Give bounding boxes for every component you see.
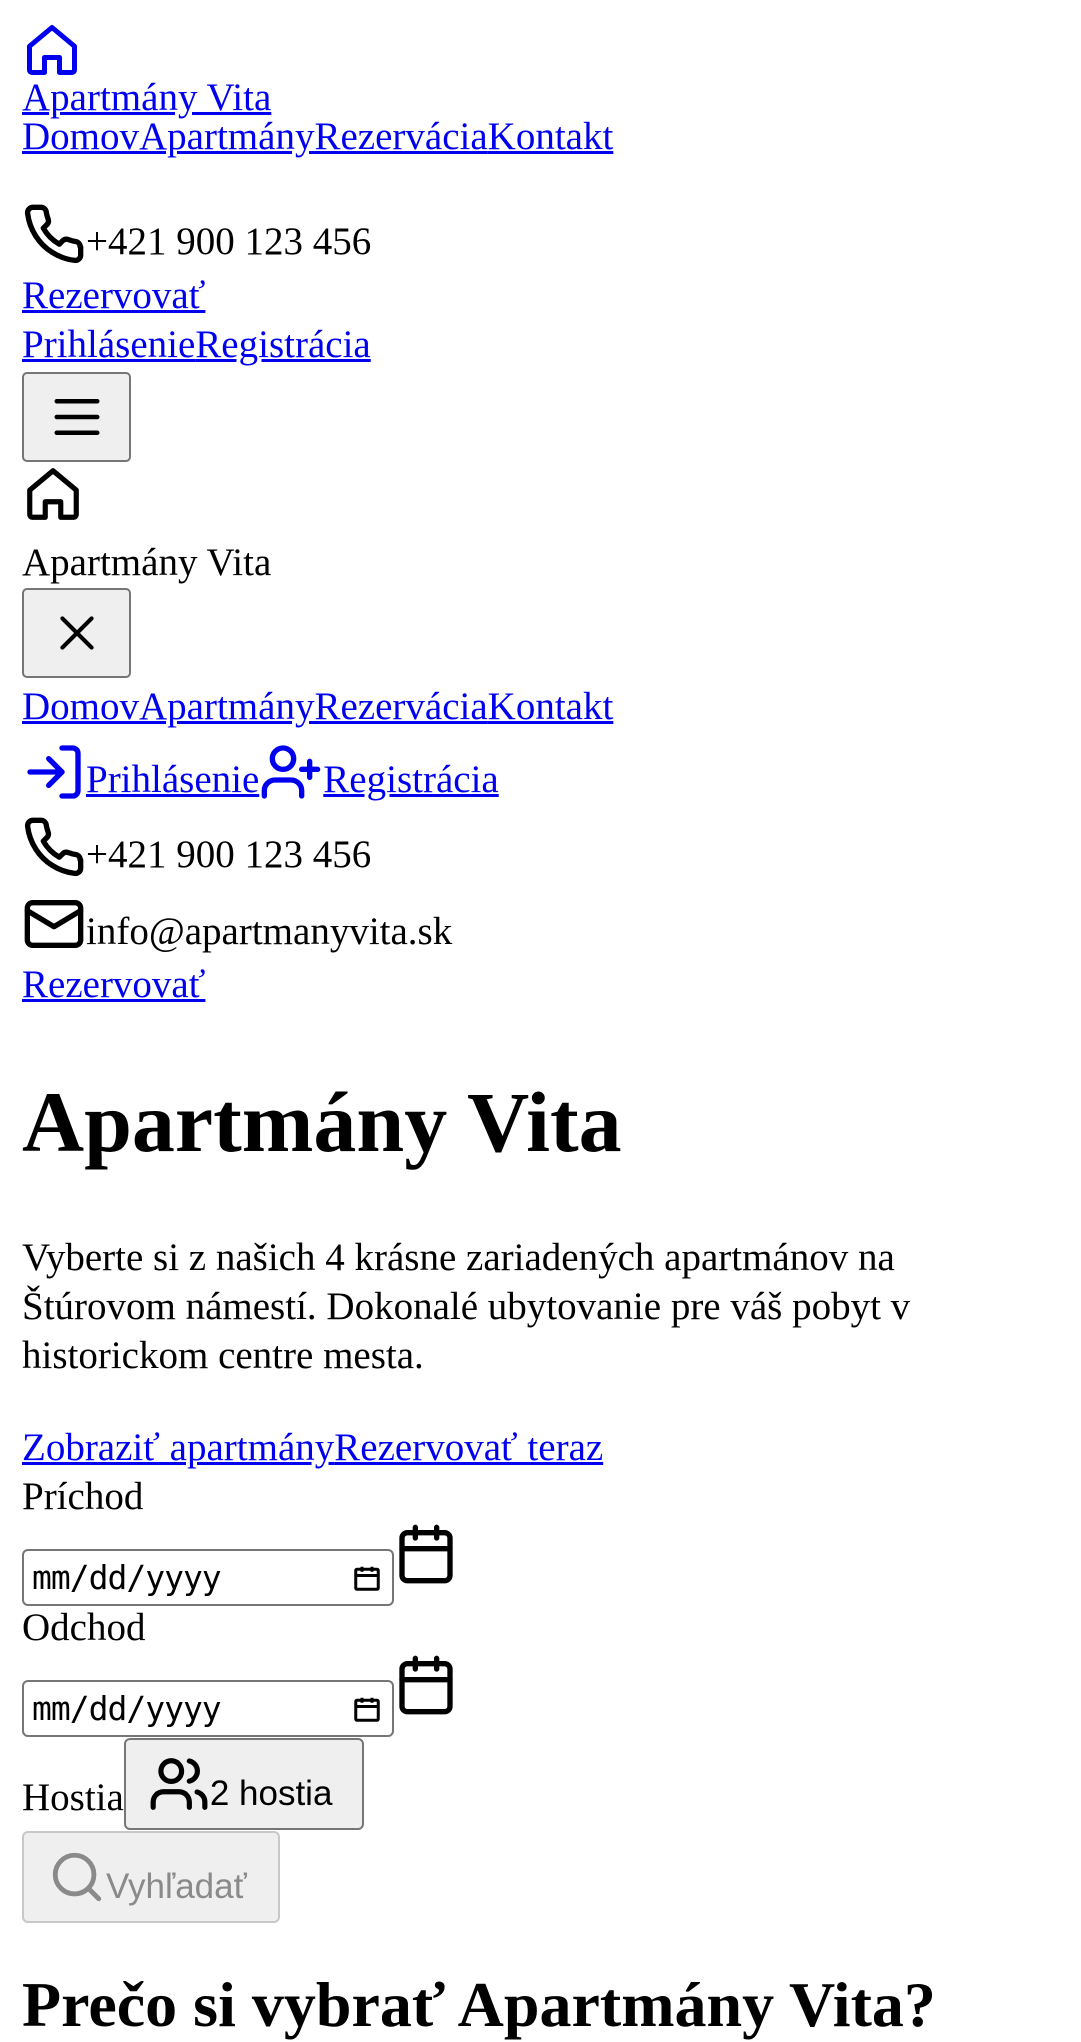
phone-icon: [22, 815, 86, 879]
nav-link-reservation[interactable]: Rezervácia: [314, 112, 487, 161]
mobile-register-link[interactable]: Registrácia: [259, 740, 499, 804]
hero-actions: Zobraziť apartmány Rezervovať teraz: [22, 1423, 603, 1472]
mobile-nav: Domov Apartmány Rezervácia Kontakt: [22, 682, 613, 731]
phone-icon: [22, 202, 86, 266]
section-title: Prečo si vybrať Apartmány Vita?: [22, 1969, 936, 2040]
hero-description: Vyberte si z našich 4 krásne zariadených…: [22, 1236, 911, 1377]
user-plus-icon: [259, 740, 323, 804]
mobile-auth-links: Prihlásenie Registrácia: [22, 734, 499, 804]
mobile-nav-link-home[interactable]: Domov: [22, 682, 139, 731]
mobile-login-link[interactable]: Prihlásenie: [22, 740, 259, 804]
login-link[interactable]: Prihlásenie: [22, 320, 195, 369]
users-icon: [148, 1753, 210, 1815]
header-nav: Domov Apartmány Rezervácia Kontakt: [22, 112, 613, 161]
auth-links: Prihlásenie Registrácia: [22, 320, 371, 369]
mobile-email: info@apartmanyvita.sk: [22, 886, 452, 956]
checkout-input[interactable]: mm/dd/yyyy: [22, 1680, 394, 1737]
mail-icon: [22, 892, 86, 956]
guests-label: Hostia: [22, 1776, 124, 1819]
header-phone: +421 900 123 456: [22, 196, 371, 266]
mobile-book-link[interactable]: Rezervovať: [22, 960, 205, 1009]
search-label: Vyhľadať: [106, 1866, 247, 1906]
nav-link-home[interactable]: Domov: [22, 112, 139, 161]
guests-row: Hostia 2 hostia: [22, 1738, 364, 1830]
view-apartments-link[interactable]: Zobraziť apartmány: [22, 1423, 334, 1472]
checkin-value: mm/dd/yyyy: [32, 1558, 222, 1597]
mobile-nav-link-apartments[interactable]: Apartmány: [139, 682, 314, 731]
date-picker-icon[interactable]: [352, 1694, 382, 1724]
calendar-icon: [394, 1653, 458, 1717]
login-icon: [22, 740, 86, 804]
mobile-register-label: Registrácia: [323, 758, 499, 801]
nav-link-contact[interactable]: Kontakt: [488, 112, 614, 161]
checkout-value: mm/dd/yyyy: [32, 1689, 222, 1728]
hero-title: Apartmány Vita: [22, 1074, 622, 1170]
mobile-nav-link-reservation[interactable]: Rezervácia: [314, 682, 487, 731]
close-icon: [52, 608, 102, 658]
mobile-email-address: info@apartmanyvita.sk: [86, 910, 453, 953]
guests-selector-button[interactable]: 2 hostia: [123, 1738, 364, 1830]
phone-number: +421 900 123 456: [86, 220, 372, 263]
register-link[interactable]: Registrácia: [195, 320, 370, 369]
mobile-nav-link-contact[interactable]: Kontakt: [488, 682, 614, 731]
calendar-icon: [394, 1522, 458, 1586]
checkin-label: Príchod: [22, 1475, 144, 1518]
menu-icon: [50, 390, 104, 444]
nav-link-apartments[interactable]: Apartmány: [139, 112, 314, 161]
checkin-input[interactable]: mm/dd/yyyy: [22, 1549, 394, 1606]
search-icon: [48, 1848, 106, 1906]
search-button[interactable]: Vyhľadať: [22, 1831, 280, 1923]
mobile-phone-number: +421 900 123 456: [86, 833, 372, 876]
book-now-link[interactable]: Rezervovať teraz: [334, 1423, 603, 1472]
menu-button[interactable]: [22, 372, 131, 462]
book-link[interactable]: Rezervovať: [22, 271, 205, 320]
date-picker-icon[interactable]: [352, 1563, 382, 1593]
home-icon[interactable]: [22, 20, 82, 80]
mobile-phone: +421 900 123 456: [22, 809, 371, 879]
close-menu-button[interactable]: [22, 588, 131, 678]
mobile-menu-brand: Apartmány Vita: [22, 541, 272, 584]
checkout-label: Odchod: [22, 1606, 146, 1649]
mobile-menu-home-icon: [22, 463, 84, 525]
mobile-login-label: Prihlásenie: [86, 758, 260, 801]
guests-value: 2 hostia: [209, 1773, 333, 1813]
